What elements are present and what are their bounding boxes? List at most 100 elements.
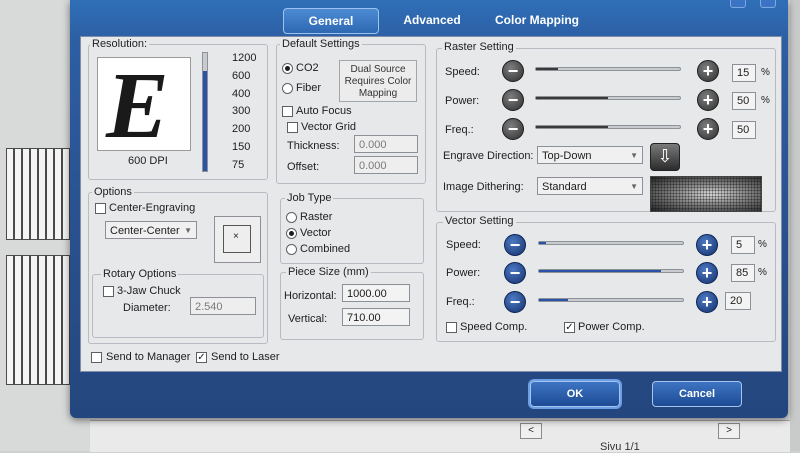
- power-comp-checkbox[interactable]: ✓: [564, 322, 575, 333]
- center-position-combo[interactable]: Center-Center ▼: [105, 221, 197, 239]
- resolution-label: Resolution:: [90, 38, 150, 50]
- three-jaw-chuck-checkbox[interactable]: [103, 286, 114, 297]
- raster-speed-decrease-button[interactable]: −: [502, 60, 524, 82]
- raster-freq-increase-button[interactable]: +: [697, 118, 719, 140]
- background-drawing-column: [62, 255, 70, 385]
- send-to-manager-label: Send to Manager: [106, 351, 191, 363]
- close-window-button[interactable]: [760, 0, 776, 8]
- tab-color-mapping[interactable]: Color Mapping: [488, 8, 586, 32]
- vector-speed-value[interactable]: 5: [731, 236, 755, 254]
- resolution-tick-label: 600: [232, 69, 251, 82]
- vector-radio[interactable]: [286, 228, 297, 239]
- vector-setting-label: Vector Setting: [443, 215, 516, 227]
- raster-power-slider[interactable]: [535, 96, 681, 100]
- raster-power-increase-button[interactable]: +: [697, 89, 719, 111]
- raster-freq-value[interactable]: 50: [732, 121, 756, 139]
- vector-freq-value[interactable]: 20: [725, 292, 751, 310]
- raster-freq-label: Freq.:: [445, 124, 474, 136]
- resolution-tick-label: 400: [232, 87, 251, 100]
- send-to-laser-checkbox[interactable]: ✓: [196, 352, 207, 363]
- vector-power-value[interactable]: 85: [731, 264, 755, 282]
- background-drawing-column: [22, 255, 30, 385]
- tab-general[interactable]: General: [283, 8, 379, 34]
- chevron-down-icon: ▼: [630, 182, 638, 191]
- piece-size-label: Piece Size (mm): [286, 266, 371, 278]
- raster-setting-label: Raster Setting: [442, 41, 516, 53]
- horizontal-label: Horizontal:: [284, 290, 337, 302]
- vector-power-slider[interactable]: [538, 269, 684, 273]
- piece-size-group: [280, 272, 424, 340]
- background-drawing-column: [54, 255, 62, 385]
- center-position-grid[interactable]: ×: [214, 216, 261, 263]
- vector-speed-unit: %: [758, 239, 767, 250]
- dual-source-button[interactable]: Dual Source Requires Color Mapping: [339, 60, 417, 102]
- help-button[interactable]: [730, 0, 746, 8]
- vector-freq-decrease-button[interactable]: −: [504, 291, 526, 313]
- vector-power-decrease-button[interactable]: −: [504, 262, 526, 284]
- ok-button[interactable]: OK: [530, 381, 620, 407]
- resolution-tick-label: 75: [232, 158, 245, 171]
- vector-speed-decrease-button[interactable]: −: [504, 234, 526, 256]
- horizontal-field[interactable]: 1000.00: [342, 284, 410, 302]
- auto-focus-label: Auto Focus: [296, 105, 352, 117]
- combined-radio[interactable]: [286, 244, 297, 255]
- send-to-laser-label: Send to Laser: [211, 351, 280, 363]
- diameter-field[interactable]: 2.540: [190, 297, 256, 315]
- background-scroll-left-button[interactable]: <: [520, 423, 542, 439]
- raster-freq-slider[interactable]: [535, 125, 681, 129]
- image-dithering-label: Image Dithering:: [443, 181, 524, 193]
- engrave-direction-combo[interactable]: Top-Down ▼: [537, 146, 643, 164]
- raster-speed-value[interactable]: 15: [732, 64, 756, 82]
- co2-radio[interactable]: [282, 63, 293, 74]
- vector-power-increase-button[interactable]: +: [696, 262, 718, 284]
- default-settings-label: Default Settings: [280, 38, 362, 50]
- vector-freq-increase-button[interactable]: +: [696, 291, 718, 313]
- offset-field[interactable]: 0.000: [354, 156, 418, 174]
- raster-power-unit: %: [761, 95, 770, 106]
- thickness-field[interactable]: 0.000: [354, 135, 418, 153]
- engrave-direction-label: Engrave Direction:: [443, 150, 534, 162]
- dpi-label: 600 DPI: [128, 155, 168, 167]
- raster-power-fill: [536, 97, 608, 99]
- vector-freq-label: Freq.:: [446, 296, 475, 308]
- center-mark-icon: ×: [233, 231, 239, 242]
- background-drawing-column: [54, 148, 62, 240]
- image-dithering-combo[interactable]: Standard ▼: [537, 177, 643, 195]
- engrave-direction-arrow-icon[interactable]: ⇩: [650, 143, 680, 171]
- vector-speed-increase-button[interactable]: +: [696, 234, 718, 256]
- center-engraving-checkbox[interactable]: [95, 203, 106, 214]
- resolution-tick-label: 300: [232, 105, 251, 118]
- background-page-label: Sivu 1/1: [600, 441, 640, 453]
- raster-power-value[interactable]: 50: [732, 92, 756, 110]
- vertical-field[interactable]: 710.00: [342, 308, 410, 326]
- background-drawing-column: [46, 255, 54, 385]
- resolution-slider-track[interactable]: [202, 52, 208, 172]
- send-to-manager-checkbox[interactable]: [91, 352, 102, 363]
- rotary-options-label: Rotary Options: [101, 268, 179, 280]
- job-type-label: Job Type: [285, 192, 334, 204]
- background-status-bar: < > Sivu 1/1: [90, 420, 790, 453]
- dithering-pattern: [651, 177, 761, 211]
- background-drawing-column: [30, 148, 38, 240]
- background-drawing-column: [30, 255, 38, 385]
- cancel-button[interactable]: Cancel: [652, 381, 742, 407]
- speed-comp-checkbox[interactable]: [446, 322, 457, 333]
- raster-freq-decrease-button[interactable]: −: [502, 118, 524, 140]
- raster-speed-slider[interactable]: [535, 67, 681, 71]
- auto-focus-checkbox[interactable]: [282, 106, 293, 117]
- background-scroll-right-button[interactable]: >: [718, 423, 740, 439]
- background-drawing-column: [22, 148, 30, 240]
- raster-speed-unit: %: [761, 67, 770, 78]
- background-drawing-column: [6, 148, 14, 240]
- tab-advanced[interactable]: Advanced: [393, 8, 471, 32]
- raster-speed-increase-button[interactable]: +: [697, 60, 719, 82]
- raster-power-decrease-button[interactable]: −: [502, 89, 524, 111]
- fiber-radio[interactable]: [282, 83, 293, 94]
- vector-freq-slider[interactable]: [538, 298, 684, 302]
- vector-power-unit: %: [758, 267, 767, 278]
- vector-speed-fill: [539, 242, 547, 244]
- vector-speed-slider[interactable]: [538, 241, 684, 245]
- raster-radio[interactable]: [286, 212, 297, 223]
- background-drawing-column: [6, 255, 14, 385]
- vector-grid-checkbox[interactable]: [287, 122, 298, 133]
